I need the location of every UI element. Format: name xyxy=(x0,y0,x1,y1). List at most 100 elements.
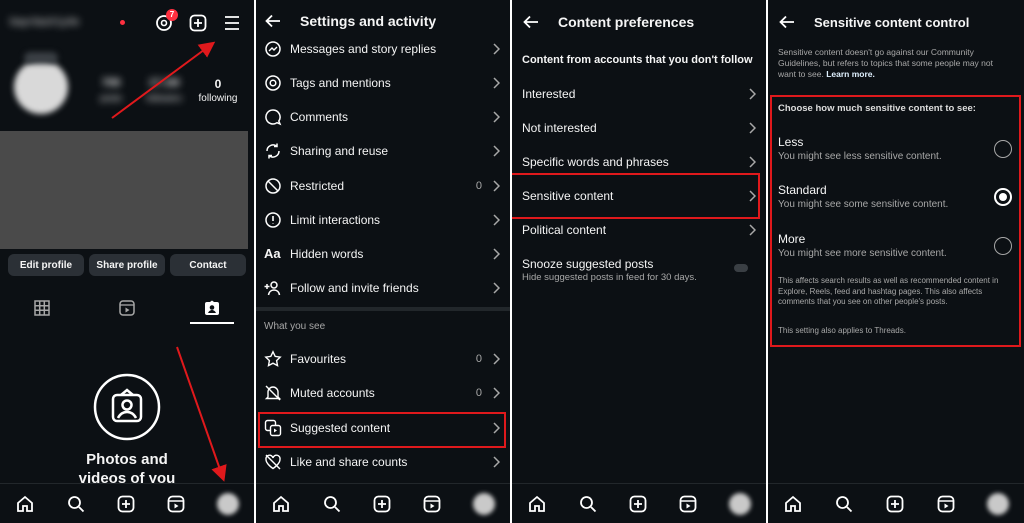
profile-nav-avatar[interactable] xyxy=(472,492,495,515)
search-icon[interactable] xyxy=(578,494,598,514)
muted-bell-icon xyxy=(264,385,282,401)
search-icon[interactable] xyxy=(322,494,342,514)
chevron-right-icon xyxy=(493,282,500,294)
create-icon[interactable] xyxy=(628,494,648,514)
settings-item-limit[interactable]: Limit interactions xyxy=(264,207,500,233)
learn-more-link[interactable]: Learn more. xyxy=(826,69,875,79)
settings-item-messages[interactable]: Messages and story replies xyxy=(264,36,500,62)
home-icon[interactable] xyxy=(527,494,547,514)
at-sign-icon xyxy=(265,75,281,91)
content-prefs-header: Content preferences xyxy=(522,10,758,34)
back-arrow-icon[interactable] xyxy=(522,13,540,31)
settings-item-label: Restricted xyxy=(290,179,345,193)
chevron-right-icon xyxy=(493,77,500,89)
profile-nav-avatar[interactable] xyxy=(986,492,1009,515)
snooze-toggle[interactable] xyxy=(734,264,748,272)
home-icon[interactable] xyxy=(783,494,803,514)
settings-item-label: Messages and story replies xyxy=(290,42,437,56)
reels-icon[interactable] xyxy=(678,494,698,514)
highlight-box xyxy=(512,173,760,219)
settings-item-comments[interactable]: Comments xyxy=(264,104,500,130)
create-icon[interactable] xyxy=(885,494,905,514)
settings-item-label: Like and share counts xyxy=(290,455,408,469)
pref-item-label: Political content xyxy=(522,223,607,237)
profile-nav-avatar[interactable] xyxy=(728,492,751,515)
hidden-words-icon: Aa xyxy=(264,246,281,261)
settings-item-invite[interactable]: Follow and invite friends xyxy=(264,275,500,301)
settings-item-like-counts[interactable]: Like and share counts xyxy=(264,449,500,475)
comment-icon xyxy=(265,109,282,126)
limit-icon xyxy=(265,212,281,228)
chevron-right-icon xyxy=(749,122,756,134)
settings-item-label: Comments xyxy=(290,110,349,124)
pref-item-label: Not interested xyxy=(522,121,597,135)
pref-item-label: Interested xyxy=(522,87,576,101)
intro-text: Sensitive content doesn't go against our… xyxy=(778,47,1010,80)
section-header: What you see xyxy=(264,321,326,332)
pref-item-political[interactable]: Political content xyxy=(522,219,756,241)
chevron-right-icon xyxy=(749,156,756,168)
content-preferences-panel: Content preferences Content from account… xyxy=(512,0,766,523)
snooze-subtitle: Hide suggested posts in feed for 30 days… xyxy=(522,272,697,283)
settings-item-count: 0 xyxy=(475,180,482,192)
settings-item-tags[interactable]: Tags and mentions xyxy=(264,70,500,96)
page-title: Sensitive content control xyxy=(814,14,970,30)
bottom-nav xyxy=(768,483,1024,523)
bottom-nav xyxy=(512,483,766,523)
highlight-box xyxy=(258,412,506,448)
annotation-arrows xyxy=(111,41,227,482)
settings-item-hidden-words[interactable]: Aa Hidden words xyxy=(264,241,500,267)
section-subtitle: Content from accounts that you don't fol… xyxy=(522,54,753,66)
settings-item-label: Follow and invite friends xyxy=(290,281,419,295)
settings-item-label: Hidden words xyxy=(290,247,364,261)
settings-item-label: Muted accounts xyxy=(290,386,375,400)
add-person-icon xyxy=(264,281,281,296)
chevron-right-icon xyxy=(493,180,500,192)
settings-item-count: 0 xyxy=(475,353,482,365)
settings-item-sharing[interactable]: Sharing and reuse xyxy=(264,138,500,164)
settings-item-count: 0 xyxy=(475,387,482,399)
back-arrow-icon[interactable] xyxy=(778,13,796,31)
settings-header: Settings and activity xyxy=(264,9,502,33)
pref-item-interested[interactable]: Interested xyxy=(522,83,756,105)
highlight-box xyxy=(770,95,1021,347)
pref-item-specific-words[interactable]: Specific words and phrases xyxy=(522,151,756,173)
settings-item-label: Limit interactions xyxy=(290,213,381,227)
heart-off-icon xyxy=(265,454,281,470)
pref-item-label: Specific words and phrases xyxy=(522,155,669,169)
chevron-right-icon xyxy=(493,145,500,157)
settings-item-label: Favourites xyxy=(290,352,347,366)
reuse-icon xyxy=(266,143,280,159)
sensitive-header: Sensitive content control xyxy=(778,10,1016,34)
settings-panel: Settings and activity Messages and story… xyxy=(256,0,510,523)
chevron-right-icon xyxy=(493,111,500,123)
star-icon xyxy=(264,350,282,367)
profile-panel: bay•3aclr1y4e 7 708 posts 17.1M follower… xyxy=(0,0,254,523)
search-icon[interactable] xyxy=(834,494,854,514)
bottom-nav xyxy=(256,483,510,523)
page-title: Content preferences xyxy=(558,14,695,30)
chevron-right-icon xyxy=(749,224,756,236)
chevron-right-icon xyxy=(493,43,500,55)
intro-body: Sensitive content doesn't go against our… xyxy=(778,47,993,79)
sensitive-content-panel: Sensitive content control Sensitive cont… xyxy=(768,0,1024,523)
restricted-icon xyxy=(265,178,281,194)
messenger-icon xyxy=(265,41,281,57)
settings-item-restricted[interactable]: Restricted 0 xyxy=(264,173,500,199)
chevron-right-icon xyxy=(493,456,500,468)
pref-item-not-interested[interactable]: Not interested xyxy=(522,117,756,139)
back-arrow-icon[interactable] xyxy=(264,12,282,30)
settings-item-favourites[interactable]: Favourites 0 xyxy=(264,346,500,372)
settings-item-muted[interactable]: Muted accounts 0 xyxy=(264,380,500,406)
section-divider xyxy=(256,307,510,311)
chevron-right-icon xyxy=(493,353,500,365)
snooze-title: Snooze suggested posts xyxy=(522,257,654,271)
reels-icon[interactable] xyxy=(422,494,442,514)
settings-item-label: Sharing and reuse xyxy=(290,144,389,158)
chevron-right-icon xyxy=(493,387,500,399)
chevron-right-icon xyxy=(493,214,500,226)
reels-icon[interactable] xyxy=(936,494,956,514)
home-icon[interactable] xyxy=(271,494,291,514)
create-icon[interactable] xyxy=(372,494,392,514)
page-title: Settings and activity xyxy=(300,13,437,29)
